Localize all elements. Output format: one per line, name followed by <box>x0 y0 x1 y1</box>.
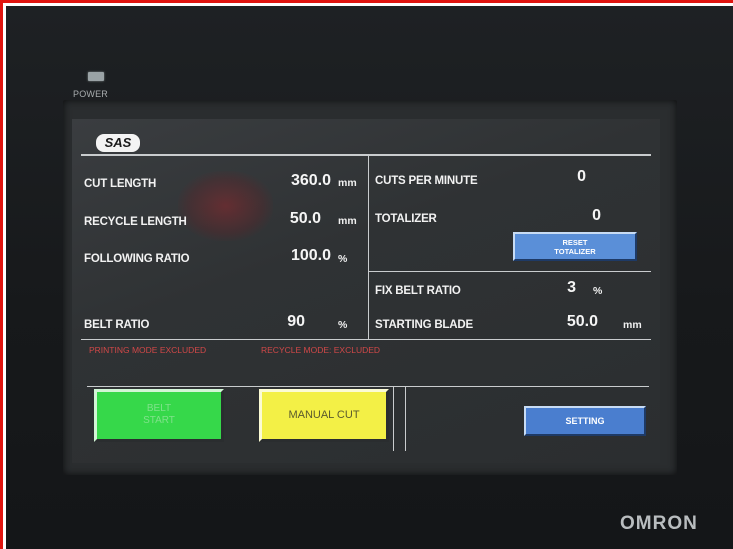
following-ratio-label: FOLLOWING RATIO <box>84 253 190 265</box>
belt-start-label-line1: BELT <box>146 403 172 414</box>
following-ratio-value: 100.0 <box>290 247 331 264</box>
belt-start-button[interactable]: BELT START <box>94 389 224 442</box>
manual-cut-button[interactable]: MANUAL CUT <box>259 389 389 442</box>
power-led-icon <box>88 72 104 81</box>
starting-blade-unit: mm <box>623 319 642 331</box>
starting-blade-value: 50.0 <box>566 313 598 330</box>
recycle-length-value: 50.0 <box>289 210 321 227</box>
belt-ratio-unit: % <box>338 319 348 331</box>
center-divider <box>368 156 369 339</box>
button-area-left-divider <box>393 386 394 451</box>
reset-button-label-line1: RESET <box>562 238 588 247</box>
fix-belt-ratio-label: FIX BELT RATIO <box>375 285 461 297</box>
belt-start-label-line2: START <box>143 415 175 426</box>
recycle-length-label: RECYCLE LENGTH <box>84 216 187 228</box>
photo-frame: POWER OMRON SAS CUT LENGTH 360.0 mm RECY… <box>0 0 733 549</box>
totalizer-value: 0 <box>592 207 601 224</box>
right-section-divider <box>369 271 651 272</box>
power-label: POWER <box>73 89 109 99</box>
fix-belt-ratio-unit: % <box>593 285 603 297</box>
belt-ratio-label: BELT RATIO <box>84 319 150 331</box>
sas-logo: SAS <box>96 134 140 152</box>
recycle-length-unit: mm <box>338 215 357 227</box>
totalizer-label: TOTALIZER <box>375 213 437 225</box>
setting-button[interactable]: SETTING <box>524 406 646 436</box>
fix-belt-ratio-value: 3 <box>567 279 576 296</box>
cut-length-value: 360.0 <box>290 172 331 189</box>
reset-totalizer-button[interactable]: RESET TOTALIZER <box>513 232 637 261</box>
button-area-top-line <box>87 386 649 387</box>
screen-reflection <box>178 171 273 241</box>
reset-button-label-line2: TOTALIZER <box>554 247 596 256</box>
bottom-divider <box>81 339 651 340</box>
brand-logo: OMRON <box>620 513 698 534</box>
cut-length-unit: mm <box>338 177 357 189</box>
belt-ratio-value: 90 <box>287 313 305 330</box>
starting-blade-label: STARTING BLADE <box>375 319 473 331</box>
following-ratio-unit: % <box>338 253 348 265</box>
cuts-per-minute-value: 0 <box>577 168 586 185</box>
recycle-mode-status: RECYCLE MODE: EXCLUDED <box>261 345 381 355</box>
button-area-right-divider <box>405 386 406 451</box>
header-divider <box>81 154 651 156</box>
cut-length-label: CUT LENGTH <box>84 178 157 190</box>
cuts-per-minute-label: CUTS PER MINUTE <box>375 175 478 187</box>
printing-mode-status: PRINTING MODE EXCLUDED <box>89 345 207 355</box>
